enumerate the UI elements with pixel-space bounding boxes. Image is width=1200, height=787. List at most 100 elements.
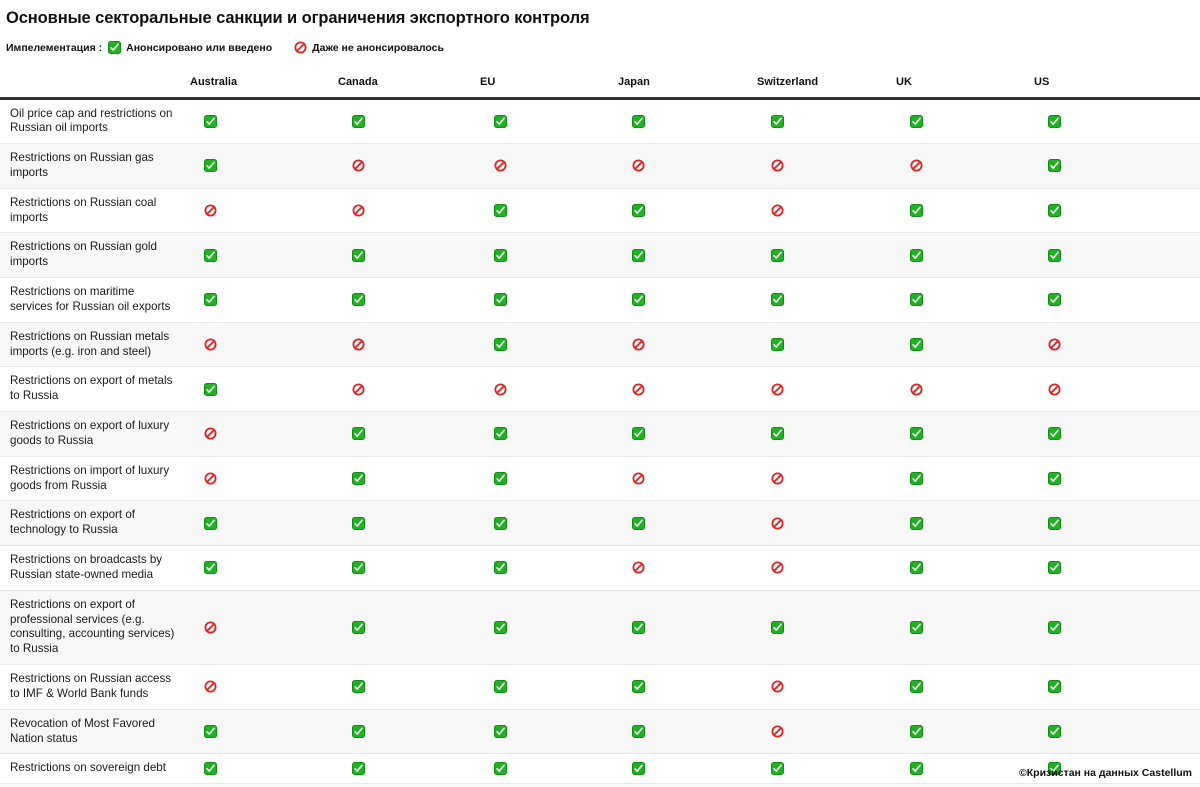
table-row: Restrictions on export of professional s…	[0, 590, 1200, 666]
status-cell-australia	[190, 709, 338, 755]
column-header-japan: Japan	[618, 72, 757, 100]
prohibition-icon	[338, 159, 480, 172]
status-cell-us	[1034, 545, 1200, 591]
legend-label: Импелементация :	[6, 41, 103, 54]
check-box-icon	[480, 620, 618, 634]
status-cell-canada	[338, 411, 480, 457]
check-box-icon	[896, 338, 1034, 352]
status-cell-us	[1034, 590, 1200, 666]
prohibition-icon	[338, 338, 480, 351]
prohibition-icon	[190, 338, 338, 351]
status-cell-eu	[480, 143, 618, 189]
prohibition-icon	[757, 680, 896, 693]
status-cell-australia	[190, 232, 338, 279]
column-header-eu: EU	[480, 72, 618, 100]
status-cell-canada	[338, 709, 480, 755]
table-row: Restrictions on broadcasts by Russian st…	[0, 545, 1200, 591]
status-cell-canada	[338, 188, 480, 234]
check-box-icon	[896, 620, 1034, 634]
check-box-icon	[338, 725, 480, 739]
row-label: Restrictions on Russian metals imports (…	[0, 322, 190, 368]
legend: Импелементация : Анонсировано или введен…	[6, 41, 444, 54]
row-label: Restrictions on Russian access to IMF & …	[0, 664, 190, 710]
check-box-icon	[480, 680, 618, 694]
status-cell-japan	[618, 98, 757, 145]
status-cell-canada	[338, 98, 480, 145]
status-cell-japan	[618, 664, 757, 710]
check-box-icon	[1034, 114, 1200, 128]
table-row: Oil price cap and restrictions on Russia…	[0, 98, 1200, 145]
table-row: Restrictions on Russian metals imports (…	[0, 322, 1200, 368]
status-cell-japan	[618, 143, 757, 189]
row-label: Restrictions on export of professional s…	[0, 590, 190, 666]
status-cell-switzerland	[757, 322, 896, 368]
table-row: Restrictions on export of luxury goods t…	[0, 411, 1200, 457]
check-box-icon	[1034, 472, 1200, 486]
column-header-canada: Canada	[338, 72, 480, 100]
check-box-icon	[757, 427, 896, 441]
status-cell-canada	[338, 143, 480, 189]
check-box-icon	[480, 427, 618, 441]
status-cell-australia	[190, 366, 338, 413]
status-cell-switzerland	[757, 500, 896, 547]
status-cell-switzerland	[757, 590, 896, 666]
row-label: Restrictions on export of technology to …	[0, 500, 190, 547]
prohibition-icon	[480, 383, 618, 396]
status-cell-switzerland	[757, 188, 896, 234]
check-box-icon	[338, 762, 480, 776]
table-row: Restrictions on Russian gas imports	[0, 143, 1200, 189]
table-row: Restrictions on Russian gold imports	[0, 232, 1200, 279]
status-cell-canada	[338, 277, 480, 323]
prohibition-icon	[618, 383, 757, 396]
check-box-icon	[338, 293, 480, 307]
status-cell-switzerland	[757, 456, 896, 502]
status-cell-uk	[896, 322, 1034, 368]
check-box-icon	[480, 204, 618, 218]
check-box-icon	[480, 762, 618, 776]
table-row: Restrictions on maritime services for Ru…	[0, 277, 1200, 323]
check-box-icon	[108, 41, 122, 54]
legend-item-no: Даже не анонсировалось	[294, 41, 444, 54]
check-box-icon	[757, 114, 896, 128]
prohibition-icon	[896, 383, 1034, 396]
status-cell-australia	[190, 753, 338, 785]
status-cell-uk	[896, 98, 1034, 145]
legend-text-no: Даже не анонсировалось	[312, 41, 444, 54]
status-cell-japan	[618, 188, 757, 234]
row-label: Restrictions on sovereign debt	[0, 753, 190, 785]
check-box-icon	[190, 293, 338, 307]
check-box-icon	[480, 248, 618, 262]
status-cell-japan	[618, 709, 757, 755]
status-cell-us	[1034, 456, 1200, 502]
row-label: Restrictions on Russian gold imports	[0, 232, 190, 279]
status-cell-uk	[896, 366, 1034, 413]
check-box-icon	[1034, 561, 1200, 575]
prohibition-icon	[896, 159, 1034, 172]
prohibition-icon	[190, 204, 338, 217]
status-cell-us	[1034, 366, 1200, 413]
status-cell-eu	[480, 664, 618, 710]
prohibition-icon	[618, 159, 757, 172]
check-box-icon	[896, 293, 1034, 307]
row-label: Restrictions on Russian gas imports	[0, 143, 190, 189]
status-cell-us	[1034, 500, 1200, 547]
prohibition-icon	[757, 561, 896, 574]
status-cell-australia	[190, 664, 338, 710]
check-box-icon	[338, 248, 480, 262]
check-box-icon	[757, 762, 896, 776]
legend-item-yes: Анонсировано или введено	[108, 41, 272, 54]
table-row: Revocation of Most Favored Nation status	[0, 709, 1200, 755]
check-box-icon	[338, 427, 480, 441]
status-cell-australia	[190, 456, 338, 502]
check-box-icon	[896, 248, 1034, 262]
table-row: Restrictions on Russian coal imports	[0, 188, 1200, 234]
check-box-icon	[190, 248, 338, 262]
status-cell-japan	[618, 753, 757, 785]
check-box-icon	[757, 248, 896, 262]
check-box-icon	[190, 159, 338, 173]
prohibition-icon	[757, 472, 896, 485]
prohibition-icon	[480, 159, 618, 172]
status-cell-switzerland	[757, 411, 896, 457]
status-cell-canada	[338, 366, 480, 413]
page-title: Основные секторальные санкции и ограниче…	[6, 9, 590, 27]
